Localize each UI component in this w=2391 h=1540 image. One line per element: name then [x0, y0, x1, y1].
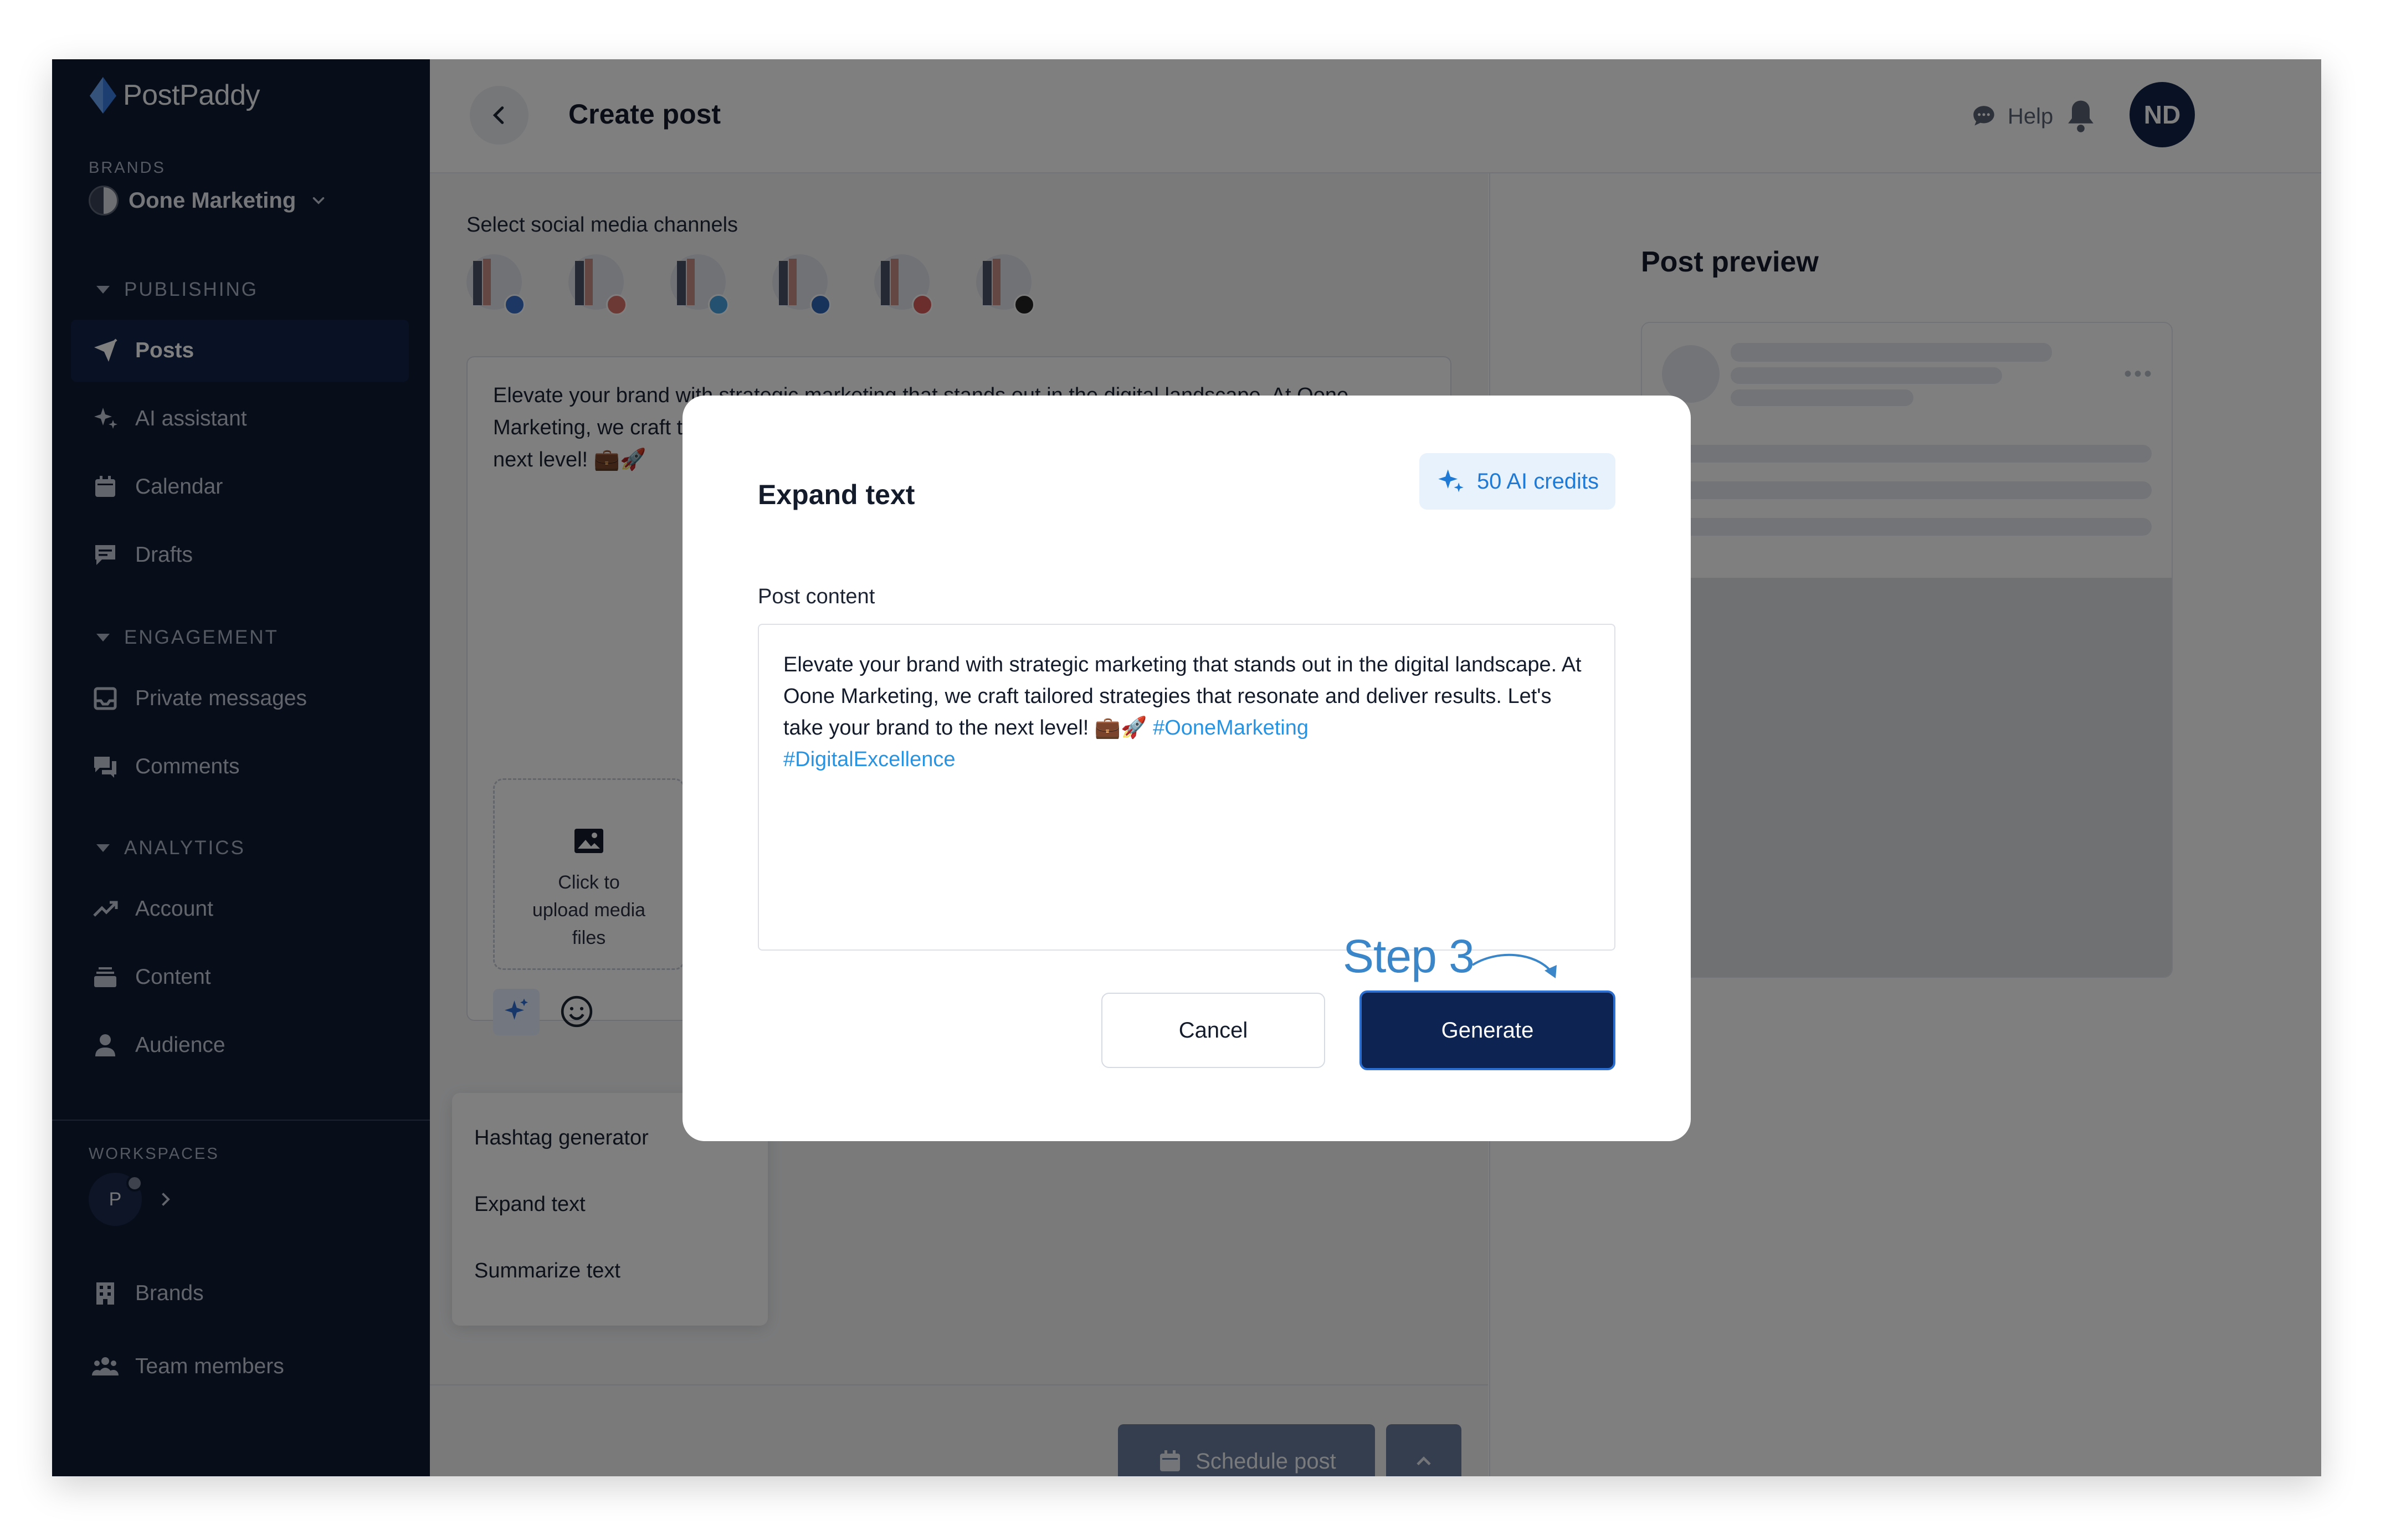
ai-credits-badge: 50 AI credits [1419, 453, 1615, 510]
post-content-textarea[interactable]: Elevate your brand with strategic market… [758, 624, 1615, 951]
cancel-button[interactable]: Cancel [1101, 993, 1325, 1068]
generate-button[interactable]: Generate [1359, 990, 1615, 1070]
step-annotation: Step 3 [1343, 930, 1475, 982]
hashtag[interactable]: #DigitalExcellence [783, 748, 956, 771]
app-window: PostPaddy BRANDS Oone Marketing PUBLISHI… [52, 59, 2321, 1476]
ai-credits-label: 50 AI credits [1476, 469, 1599, 494]
hashtag[interactable]: #OoneMarketing [1153, 716, 1309, 740]
sparkle-icon [1438, 469, 1464, 492]
post-content-text: Elevate your brand with strategic market… [783, 649, 1592, 776]
post-content-label: Post content [758, 585, 875, 608]
curved-arrow-icon [1471, 953, 1557, 978]
dialog-title: Expand text [758, 479, 915, 510]
expand-text-dialog: Expand text 50 AI credits Post content E… [683, 396, 1691, 1141]
